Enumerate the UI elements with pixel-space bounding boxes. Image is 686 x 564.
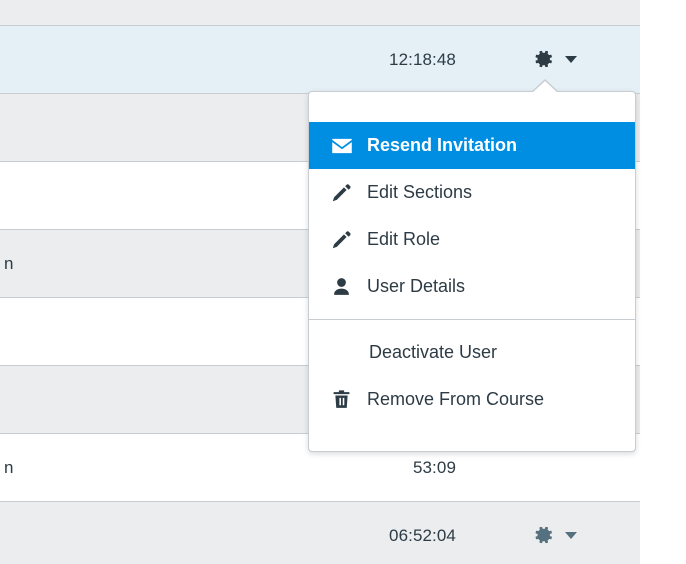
pencil-icon [331,229,357,251]
menu-item-label: Deactivate User [369,342,498,362]
menu-item-edit-role[interactable]: Edit Role [309,216,635,263]
row-action-menu: Resend Invitation Edit Sections Edit Role U… [308,79,636,452]
cell-user-name [0,297,194,366]
cell-user-name [0,93,194,162]
cell-user-name [0,25,194,94]
menu-item-remove-from-course[interactable]: Remove From Course [309,376,635,423]
no-icon-spacer [331,342,357,364]
menu-item-label: Resend Invitation [367,135,518,155]
cell-total-activity-time: 12:18:48 [194,25,468,94]
cell-user-name [0,161,194,230]
pencil-icon [331,182,357,204]
cell-row-actions [468,0,640,26]
menu-item-label: Edit Sections [367,182,473,202]
row-actions-gear-button[interactable] [526,44,583,74]
user-icon [331,276,357,298]
gear-icon [532,524,554,546]
cell-user-name [0,365,194,434]
cell-total-activity-time: 06:52:04 [194,501,468,564]
table-row[interactable]: 06:52:04 [0,501,640,564]
menu-separator [309,319,635,320]
chevron-down-icon [564,55,577,63]
menu-item-label: Remove From Course [367,389,545,409]
cell-user-name [0,501,194,564]
cell-row-actions [468,501,640,564]
cell-user-name [0,0,194,26]
cell-user-name: n [0,433,194,502]
envelope-icon [331,135,357,157]
gear-icon [532,48,554,70]
cell-user-name: n [0,229,194,298]
menu-item-edit-sections[interactable]: Edit Sections [309,169,635,216]
trash-icon [331,389,357,411]
row-actions-gear-button[interactable] [526,520,583,550]
chevron-down-icon [564,531,577,539]
menu-item-label: Edit Role [367,229,441,249]
menu-item-resend-invitation[interactable]: Resend Invitation [309,122,635,169]
cell-total-activity-time [194,0,468,26]
action-menu-list: Resend Invitation Edit Sections Edit Role U… [309,122,635,423]
menu-item-user-details[interactable]: User Details [309,263,635,310]
screen-root: 12:18:4808:4402:29:57n48:4512:2404:59:31… [0,0,686,564]
menu-item-label: User Details [367,276,466,296]
menu-arrow-fill [532,81,558,93]
menu-item-deactivate-user[interactable]: Deactivate User [309,329,635,376]
table-row[interactable] [0,0,640,26]
